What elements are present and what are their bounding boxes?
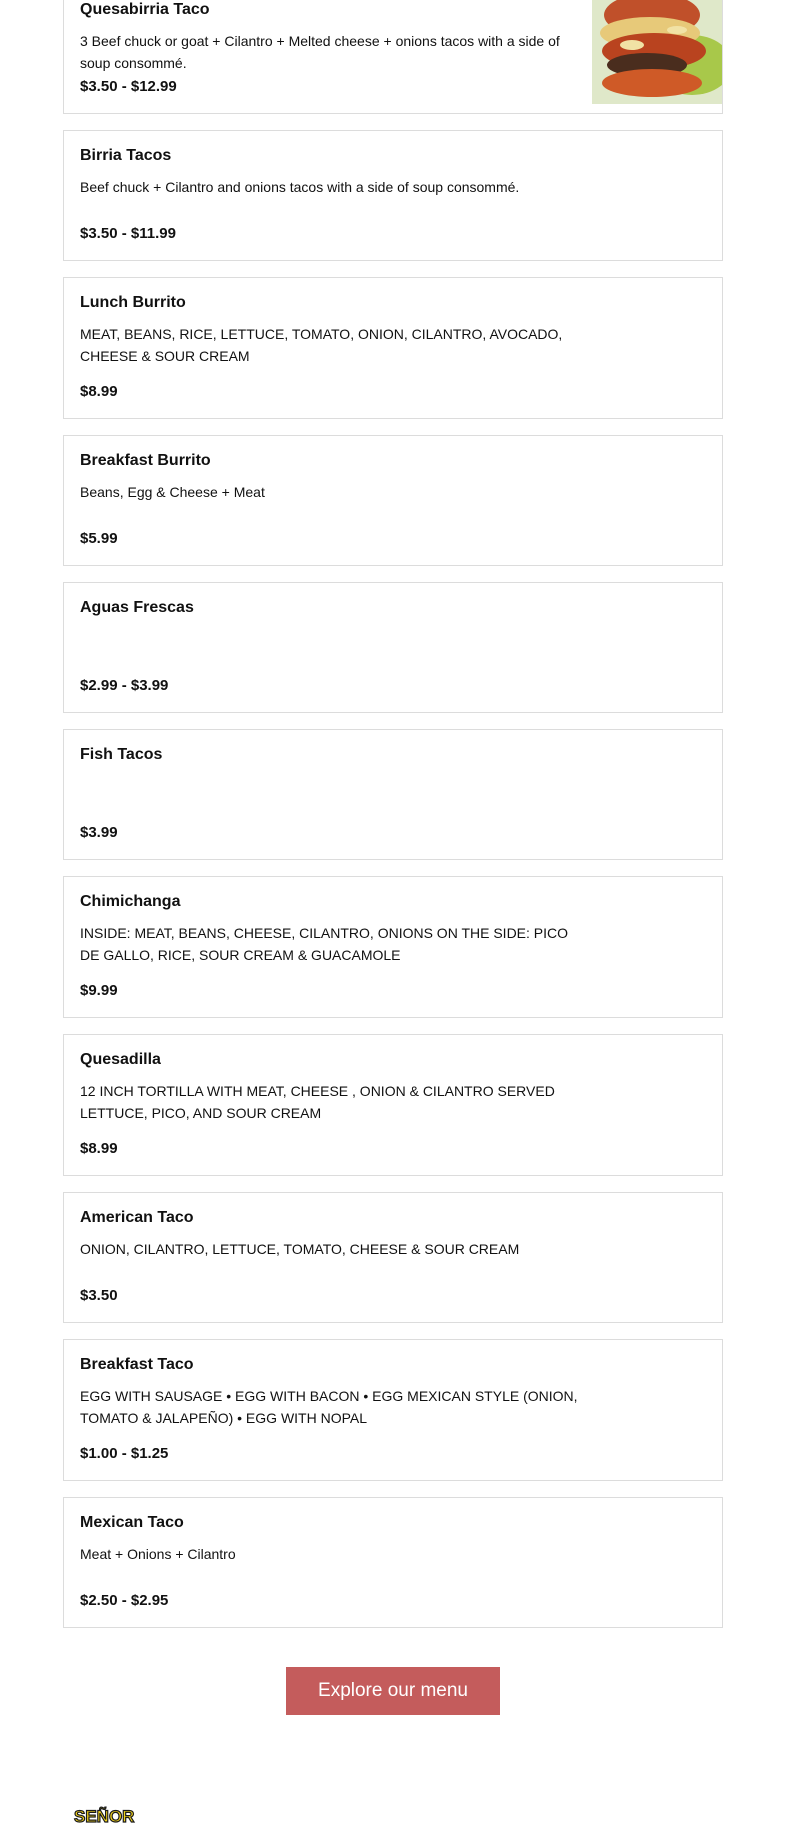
menu-item-price: $1.00 - $1.25 <box>80 1445 169 1462</box>
menu-item-card[interactable]: Chimichanga INSIDE: MEAT, BEANS, CHEESE,… <box>63 876 723 1018</box>
footer-logo-text: SEÑOR <box>74 1806 134 1826</box>
menu-item-description: ONION, CILANTRO, LETTUCE, TOMATO, CHEESE… <box>80 1241 520 1257</box>
menu-item-list: Quesabirria Taco 3 Beef chuck or goat + … <box>63 0 723 1644</box>
menu-item-name: Chimichanga <box>80 893 181 910</box>
menu-item-card[interactable]: Fish Tacos $3.99 <box>63 729 723 860</box>
menu-item-description: MEAT, BEANS, RICE, LETTUCE, TOMATO, ONIO… <box>80 326 563 364</box>
menu-item-name: Fish Tacos <box>80 746 163 763</box>
menu-item-name: American Taco <box>80 1209 194 1226</box>
menu-item-card[interactable]: American Taco ONION, CILANTRO, LETTUCE, … <box>63 1192 723 1323</box>
menu-item-name: Aguas Frescas <box>80 599 194 616</box>
menu-item-card[interactable]: Lunch Burrito MEAT, BEANS, RICE, LETTUCE… <box>63 277 723 419</box>
menu-item-card[interactable]: Aguas Frescas $2.99 - $3.99 <box>63 582 723 713</box>
menu-item-name: Lunch Burrito <box>80 294 186 311</box>
menu-item-price: $5.99 <box>80 530 118 547</box>
explore-menu-button[interactable]: Explore our menu <box>286 1667 500 1715</box>
menu-item-card[interactable]: Breakfast Taco EGG WITH SAUSAGE • EGG WI… <box>63 1339 723 1481</box>
menu-item-description <box>80 775 580 797</box>
menu-item-name: Breakfast Burrito <box>80 452 211 469</box>
menu-item-price: $8.99 <box>80 1140 118 1157</box>
menu-item-card[interactable]: Breakfast Burrito Beans, Egg & Cheese + … <box>63 435 723 566</box>
menu-item-card[interactable]: Mexican Taco Meat + Onions + Cilantro $2… <box>63 1497 723 1628</box>
menu-item-name: Mexican Taco <box>80 1514 184 1531</box>
menu-item-price: $3.99 <box>80 824 118 841</box>
menu-item-name: Birria Tacos <box>80 147 172 164</box>
menu-item-description: 3 Beef chuck or goat + Cilantro + Melted… <box>80 33 560 71</box>
menu-item-card[interactable]: Quesabirria Taco 3 Beef chuck or goat + … <box>63 0 723 114</box>
menu-item-card[interactable]: Birria Tacos Beef chuck + Cilantro and o… <box>63 130 723 261</box>
footer-logo[interactable]: SEÑOR <box>70 1802 160 1826</box>
menu-item-description: INSIDE: MEAT, BEANS, CHEESE, CILANTRO, O… <box>80 925 569 963</box>
menu-item-price: $3.50 - $12.99 <box>80 78 177 95</box>
menu-item-description: Beef chuck + Cilantro and onions tacos w… <box>80 179 520 195</box>
menu-item-price: $8.99 <box>80 383 118 400</box>
menu-item-name: Breakfast Taco <box>80 1356 194 1373</box>
menu-item-photo[interactable] <box>592 0 722 104</box>
menu-item-description: Meat + Onions + Cilantro <box>80 1546 236 1562</box>
menu-item-description: EGG WITH SAUSAGE • EGG WITH BACON • EGG … <box>80 1388 578 1426</box>
menu-item-description: Beans, Egg & Cheese + Meat <box>80 484 265 500</box>
menu-item-description: 12 INCH TORTILLA WITH MEAT, CHEESE , ONI… <box>80 1083 555 1121</box>
menu-item-price: $2.99 - $3.99 <box>80 677 169 694</box>
menu-item-price: $9.99 <box>80 982 118 999</box>
menu-item-card[interactable]: Quesadilla 12 INCH TORTILLA WITH MEAT, C… <box>63 1034 723 1176</box>
menu-item-description <box>80 628 580 650</box>
menu-item-price: $3.50 <box>80 1287 118 1304</box>
menu-item-price: $3.50 - $11.99 <box>80 225 176 242</box>
menu-item-name: Quesadilla <box>80 1051 161 1068</box>
menu-item-price: $2.50 - $2.95 <box>80 1592 169 1609</box>
